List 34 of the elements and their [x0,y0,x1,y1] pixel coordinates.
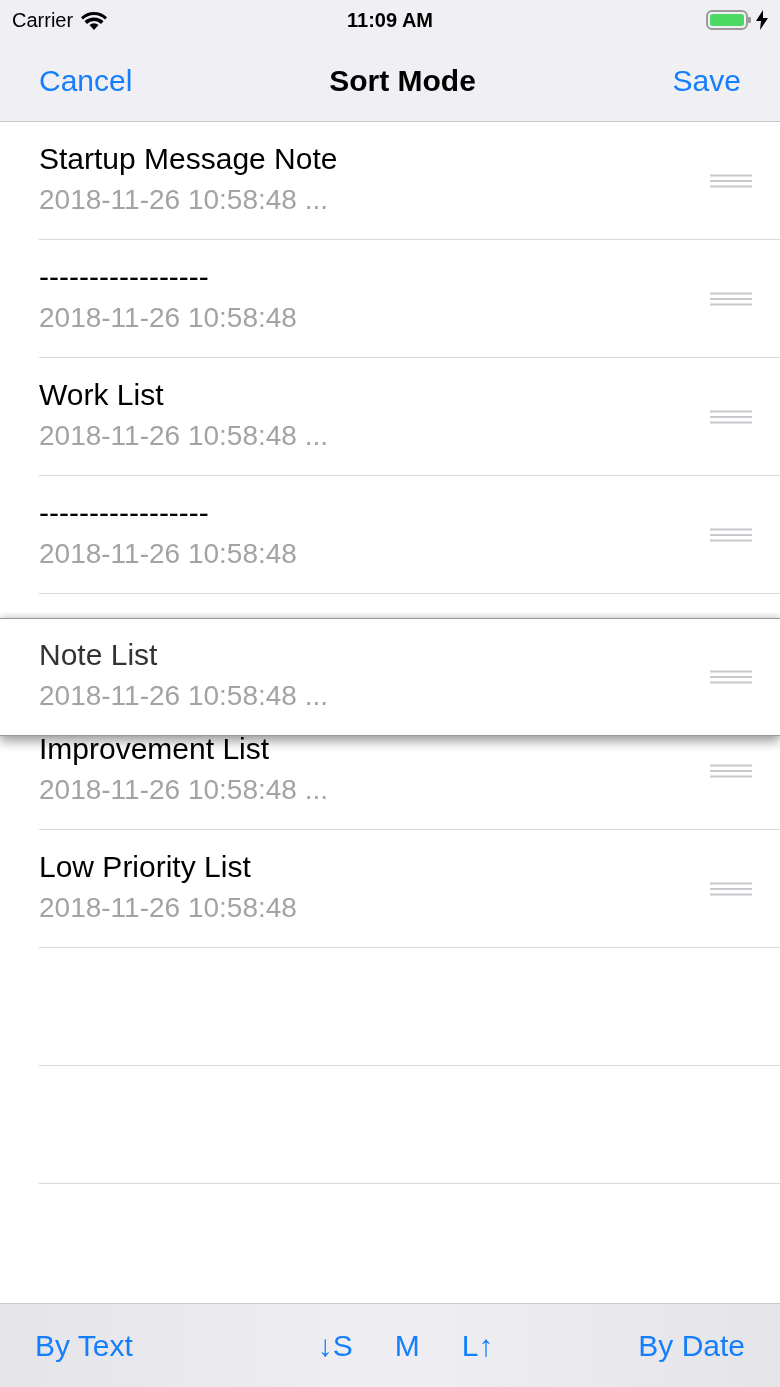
charging-bolt-icon [756,10,768,30]
note-title: Low Priority List [39,849,252,884]
note-title: Work List [39,377,165,412]
clock-time: 11:09 AM [347,8,433,32]
wifi-icon [81,10,108,30]
reorder-handle-icon[interactable] [710,173,752,188]
battery-icon [706,9,752,31]
note-date: 2018-11-26 10:58:48 [39,891,298,924]
size-sort-button[interactable]: M [394,1328,420,1363]
note-date: 2018-11-26 10:58:48 [39,537,298,570]
by-text-button[interactable]: By Text [35,1328,133,1363]
note-title: ----------------- [39,259,210,294]
note-date: 2018-11-26 10:58:48 [39,301,298,334]
note-title: Improvement List [39,731,271,766]
reorder-handle-icon[interactable] [710,409,752,424]
reorder-handle-icon[interactable] [710,291,752,306]
by-date-button[interactable]: By Date [638,1328,745,1363]
note-title: ----------------- [39,495,210,530]
note-date: 2018-11-26 10:58:48 ... [39,419,330,452]
save-button[interactable]: Save [672,63,741,98]
reorder-handle-icon[interactable] [710,763,752,778]
note-title: Startup Message Note [39,141,339,176]
reorder-handle-icon[interactable] [710,881,752,896]
reorder-handle-icon[interactable] [710,670,752,684]
size-sort-button[interactable]: ↓S [317,1328,353,1363]
note-date: 2018-11-26 10:58:48 ... [39,680,330,712]
carrier-label: Carrier [12,8,74,32]
note-date: 2018-11-26 10:58:48 ... [39,183,330,216]
size-sort-button[interactable]: L↑ [461,1328,494,1363]
cancel-button[interactable]: Cancel [39,63,133,98]
note-title: Note List [39,638,159,672]
note-date: 2018-11-26 10:58:48 ... [39,773,330,806]
screen-title: Sort Mode [328,63,477,98]
reorder-handle-icon[interactable] [710,527,752,542]
